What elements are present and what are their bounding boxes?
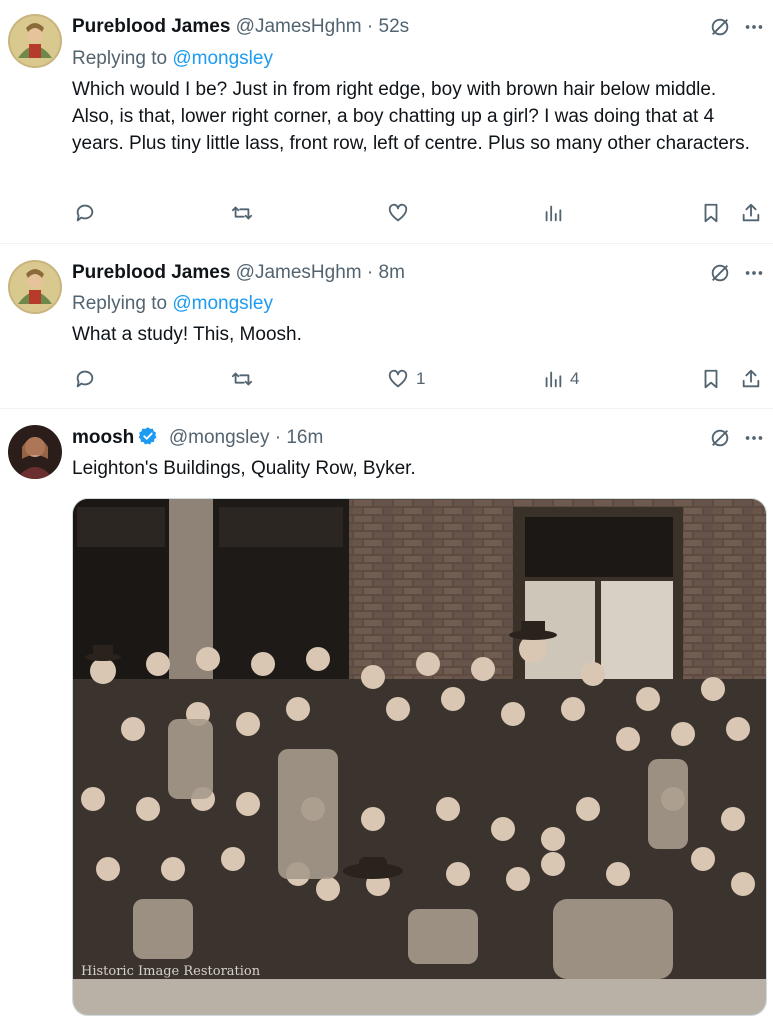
- share-icon: [740, 202, 762, 224]
- like-icon: [386, 368, 410, 390]
- timestamp[interactable]: 16m: [286, 427, 323, 448]
- avatar[interactable]: [8, 14, 62, 68]
- replying-to: Replying to @mongsley: [72, 46, 273, 72]
- tweet-text: What a study! This, Moosh.: [72, 324, 302, 345]
- views-button[interactable]: [542, 198, 570, 228]
- retweet-button[interactable]: [230, 364, 254, 394]
- like-count: 1: [416, 369, 426, 388]
- tweet-photo[interactable]: Historic Image Restoration: [72, 498, 767, 1016]
- replying-prefix: Replying to: [72, 48, 168, 69]
- verified-icon: [138, 426, 158, 454]
- like-button[interactable]: [386, 198, 416, 228]
- views-button[interactable]: 4: [542, 364, 579, 394]
- tweet-1[interactable]: Pureblood James @JamesHghm · 52s Replyin…: [0, 0, 773, 244]
- user-handle[interactable]: @JamesHghm: [236, 16, 362, 37]
- like-icon: [386, 202, 410, 224]
- more-icon[interactable]: [743, 262, 765, 284]
- reply-button[interactable]: [74, 198, 96, 228]
- reply-button[interactable]: [74, 364, 96, 394]
- tweet-2[interactable]: Pureblood James @JamesHghm · 8m Replying…: [0, 244, 773, 408]
- timestamp[interactable]: 52s: [379, 16, 410, 37]
- bookmark-button[interactable]: [700, 198, 722, 228]
- share-icon: [740, 368, 762, 390]
- more-icon[interactable]: [743, 16, 765, 38]
- more-icon[interactable]: [743, 427, 765, 449]
- tweet-text: Which would I be? Just in from right edg…: [72, 79, 750, 154]
- photo-watermark: Historic Image Restoration: [81, 964, 261, 979]
- action-bar: [72, 198, 766, 228]
- display-name[interactable]: Pureblood James: [72, 262, 230, 283]
- retweet-button[interactable]: [230, 198, 254, 228]
- view-count: 4: [570, 369, 580, 388]
- grok-icon[interactable]: [709, 427, 731, 449]
- user-handle[interactable]: @JamesHghm: [236, 262, 362, 283]
- display-name[interactable]: Pureblood James: [72, 16, 230, 37]
- share-button[interactable]: [740, 198, 762, 228]
- mention-link[interactable]: @mongsley: [172, 48, 273, 69]
- separator: ·: [361, 262, 379, 283]
- bookmark-icon: [700, 368, 722, 390]
- share-button[interactable]: [740, 364, 762, 394]
- grok-icon[interactable]: [709, 262, 731, 284]
- mention-link[interactable]: @mongsley: [172, 293, 273, 314]
- views-icon: [542, 202, 564, 224]
- reply-icon: [74, 202, 96, 224]
- replying-to: Replying to @mongsley: [72, 291, 273, 317]
- tweet-text: Leighton's Buildings, Quality Row, Byker…: [72, 458, 416, 479]
- photo-illustration: Historic Image Restoration: [73, 499, 766, 1015]
- retweet-icon: [230, 368, 254, 390]
- bookmark-icon: [700, 202, 722, 224]
- like-button[interactable]: 1: [386, 364, 425, 394]
- avatar[interactable]: [8, 425, 62, 479]
- separator: ·: [361, 16, 379, 37]
- avatar[interactable]: [8, 260, 62, 314]
- display-name[interactable]: moosh: [72, 427, 134, 448]
- separator: ·: [269, 427, 287, 448]
- action-bar: 1 4: [72, 364, 766, 394]
- bookmark-button[interactable]: [700, 364, 722, 394]
- reply-icon: [74, 368, 96, 390]
- timestamp[interactable]: 8m: [379, 262, 405, 283]
- replying-prefix: Replying to: [72, 293, 168, 314]
- views-icon: [542, 368, 564, 390]
- user-handle[interactable]: @mongsley: [169, 427, 270, 448]
- grok-icon[interactable]: [709, 16, 731, 38]
- retweet-icon: [230, 202, 254, 224]
